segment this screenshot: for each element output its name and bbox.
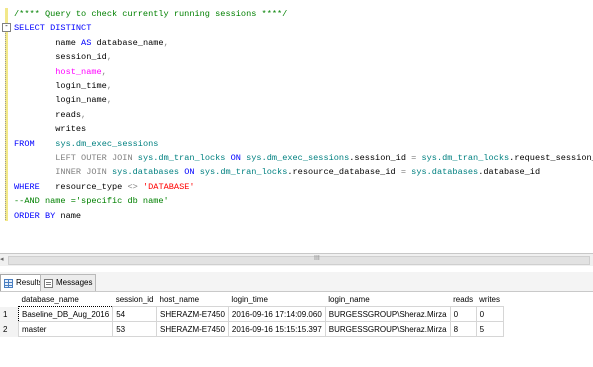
table-cell[interactable]: BURGESSGROUP\Sheraz.Mirza (324, 306, 451, 322)
code-token: <> (127, 181, 138, 192)
code-line[interactable]: session_id, (14, 50, 593, 64)
column-header[interactable]: login_name (325, 292, 451, 307)
code-token: login_name (14, 95, 107, 106)
code-line[interactable]: reads, (14, 108, 593, 122)
code-token: , (101, 66, 107, 77)
tab-results-label: Results (16, 278, 43, 287)
code-token: writes (14, 124, 87, 135)
table-cell[interactable]: BURGESSGROUP\Sheraz.Mirza (324, 321, 451, 337)
table-row[interactable]: 1 Baseline_DB_Aug_2016 54 SHERAZM-E7450 … (0, 306, 504, 322)
code-token: sys.databases (411, 167, 479, 178)
code-token: SELECT DISTINCT (14, 23, 92, 34)
code-token: session_id (14, 52, 107, 63)
results-grid-icon (4, 278, 13, 288)
code-token: WHERE (14, 181, 40, 192)
code-token: /**** Query to check currently running s… (14, 9, 288, 19)
code-token: --AND name ='specific db name' (14, 196, 169, 207)
query-editor[interactable]: - /**** Query to check currently running… (0, 0, 593, 253)
code-token: reads (14, 109, 82, 120)
column-header[interactable]: host_name (156, 292, 229, 307)
table-cell[interactable]: 2016-09-16 15:15:15.397 (227, 321, 326, 337)
code-line[interactable]: host_name, (14, 65, 593, 79)
tab-messages[interactable]: Messages (40, 274, 97, 291)
code-token: FROM (14, 138, 35, 149)
scrollbar-grip-icon: III (314, 255, 320, 262)
code-token: .resource_database_id (287, 167, 401, 178)
code-token: , (163, 37, 169, 48)
code-line[interactable]: FROM sys.dm_exec_sessions (14, 137, 593, 151)
code-token: login_time (14, 81, 107, 92)
code-token: AS (81, 37, 92, 48)
sql-code[interactable]: /**** Query to check currently running s… (14, 7, 593, 223)
code-line[interactable]: /**** Query to check currently running s… (14, 7, 593, 21)
horizontal-scrollbar[interactable]: ◂ III (0, 253, 593, 267)
code-line[interactable]: writes (14, 122, 593, 136)
code-token: .database_id (478, 167, 541, 178)
column-header[interactable]: reads (450, 292, 477, 307)
code-token: , (81, 109, 87, 120)
collapse-toggle-icon[interactable]: - (2, 23, 11, 32)
table-cell[interactable]: 0 (475, 306, 504, 322)
code-token: INNER JOIN (14, 167, 112, 178)
results-header-row: database_name session_id host_name login… (0, 292, 503, 307)
table-cell[interactable]: Baseline_DB_Aug_2016 (17, 306, 114, 322)
code-line[interactable]: LEFT OUTER JOIN sys.dm_tran_locks ON sys… (14, 151, 593, 165)
table-cell[interactable]: 53 (112, 321, 157, 337)
code-line[interactable]: login_name, (14, 93, 593, 107)
code-token: ORDER BY (14, 210, 56, 221)
table-cell[interactable]: 54 (112, 306, 157, 322)
code-token: sys.dm_tran_locks (199, 167, 288, 178)
row-number-header (0, 292, 19, 307)
code-line[interactable]: login_time, (14, 79, 593, 93)
column-header[interactable]: login_time (228, 292, 326, 307)
table-cell[interactable]: 5 (475, 321, 504, 337)
column-header[interactable]: writes (476, 292, 503, 307)
results-tab-strip: Results Messages (0, 272, 593, 292)
column-header[interactable]: session_id (112, 292, 157, 307)
code-token: name (55, 210, 82, 221)
scrollbar-thumb[interactable] (8, 256, 590, 265)
code-token: sys.dm_exec_sessions (55, 138, 159, 149)
code-line[interactable]: name AS database_name, (14, 36, 593, 50)
table-cell[interactable]: 0 (449, 306, 477, 322)
code-token: sys.dm_exec_sessions (246, 153, 350, 164)
code-line[interactable]: SELECT DISTINCT (14, 21, 593, 35)
table-cell[interactable]: 8 (449, 321, 477, 337)
code-token: .session_id (349, 153, 412, 164)
code-token: 'DATABASE' (142, 181, 195, 192)
table-cell[interactable]: SHERAZM-E7450 (156, 321, 229, 337)
code-token: resource_type (39, 181, 128, 192)
code-token: , (106, 81, 112, 92)
code-line[interactable]: WHERE resource_type <> 'DATABASE' (14, 180, 593, 194)
results-grid: database_name session_id host_name login… (0, 292, 504, 337)
row-number[interactable]: 2 (0, 321, 19, 337)
table-cell[interactable]: 2016-09-16 17:14:09.060 (227, 306, 326, 322)
code-token: ON (179, 167, 200, 178)
scroll-left-icon[interactable]: ◂ (0, 255, 4, 263)
outline-line (5, 26, 6, 220)
code-line[interactable]: --AND name ='specific db name' (14, 194, 593, 208)
code-token: , (106, 52, 112, 63)
code-token: sys.dm_tran_locks (421, 153, 510, 164)
code-line[interactable]: ORDER BY name (14, 209, 593, 223)
table-cell[interactable]: master (17, 321, 114, 337)
code-token: , (106, 95, 112, 106)
code-token: host_name (14, 66, 102, 77)
code-token: LEFT OUTER JOIN (14, 153, 138, 164)
messages-icon (44, 278, 53, 288)
code-token: ON (225, 153, 247, 164)
table-cell[interactable]: SHERAZM-E7450 (156, 306, 229, 322)
column-header[interactable]: database_name (18, 292, 113, 307)
code-line[interactable]: INNER JOIN sys.databases ON sys.dm_tran_… (14, 165, 593, 179)
tab-messages-label: Messages (56, 278, 93, 287)
code-token: .request_session_id (509, 153, 593, 164)
row-number[interactable]: 1 (0, 306, 19, 322)
code-token: sys.dm_tran_locks (137, 153, 226, 164)
table-row[interactable]: 2 master 53 SHERAZM-E7450 2016-09-16 15:… (0, 321, 504, 337)
code-token: sys.databases (112, 167, 180, 178)
code-token: database_name (91, 37, 164, 48)
code-token: name (14, 37, 82, 48)
